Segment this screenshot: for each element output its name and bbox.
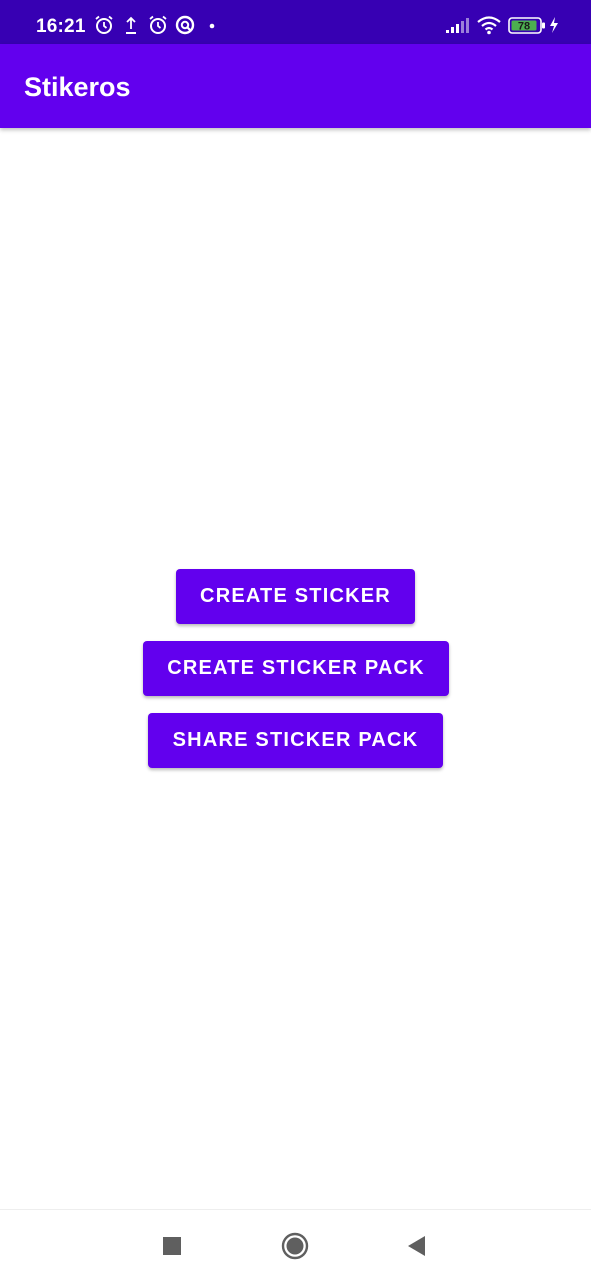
app-notification-icon xyxy=(174,14,196,36)
app-title: Stikeros xyxy=(24,72,131,102)
app-bar: Stikeros xyxy=(0,44,591,128)
create-sticker-button[interactable]: CREATE STICKER xyxy=(176,569,415,624)
status-time: 16:21 xyxy=(36,16,86,37)
charging-icon xyxy=(547,14,561,36)
wifi-icon xyxy=(475,14,503,36)
dot-icon xyxy=(201,14,223,36)
create-sticker-pack-button[interactable]: CREATE STICKER PACK xyxy=(143,641,449,696)
signal-icon xyxy=(444,14,470,36)
home-circle-icon[interactable] xyxy=(279,1230,311,1262)
share-sticker-pack-button[interactable]: SHARE STICKER PACK xyxy=(148,713,443,768)
battery-icon: 78 xyxy=(508,14,546,36)
alarm-icon xyxy=(93,14,115,36)
upload-icon xyxy=(120,14,142,36)
system-navigation-bar xyxy=(0,1209,591,1280)
alarm-icon xyxy=(147,14,169,36)
battery-level: 78 xyxy=(518,21,530,33)
app-screen: 16:21 78 Stikeros CREATE STICKER CREATE … xyxy=(0,0,591,1280)
status-bar: 16:21 78 xyxy=(0,0,591,44)
back-triangle-icon[interactable] xyxy=(400,1230,432,1262)
recents-square-icon[interactable] xyxy=(156,1230,188,1262)
